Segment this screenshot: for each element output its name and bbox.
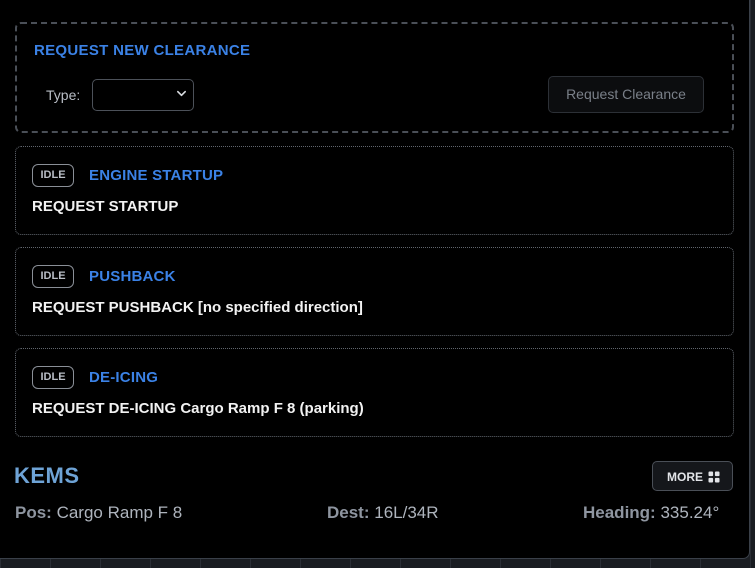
position-value: Cargo Ramp F 8	[56, 503, 183, 522]
request-clearance-button[interactable]: Request Clearance	[548, 76, 704, 113]
request-clearance-title: REQUEST NEW CLEARANCE	[34, 42, 251, 59]
card-request-text: REQUEST DE-ICING Cargo Ramp F 8 (parking…	[32, 400, 364, 417]
clearance-panel: REQUEST NEW CLEARANCE Type: Request Clea…	[0, 0, 750, 559]
pushback-card: IDLE PUSHBACK REQUEST PUSHBACK [no speci…	[15, 247, 734, 336]
chevron-down-icon	[177, 90, 186, 97]
card-title: DE-ICING	[89, 369, 159, 386]
destination-value: 16L/34R	[374, 503, 439, 522]
position-label: Pos:	[15, 503, 52, 522]
airport-code: KEMS	[14, 463, 80, 488]
heading-label: Heading:	[583, 503, 656, 522]
card-title: PUSHBACK	[89, 268, 176, 285]
more-button[interactable]: MORE	[652, 461, 733, 491]
card-request-text: REQUEST STARTUP	[32, 198, 179, 215]
status-badge: IDLE	[32, 164, 74, 187]
more-button-label: MORE	[667, 470, 703, 484]
type-label: Type:	[46, 87, 81, 103]
destination-label: Dest:	[327, 503, 370, 522]
position-info: Pos: Cargo Ramp F 8	[15, 503, 182, 523]
type-select[interactable]	[92, 79, 194, 111]
heading-info: Heading: 335.24°	[583, 503, 719, 523]
de-icing-card: IDLE DE-ICING REQUEST DE-ICING Cargo Ram…	[15, 348, 734, 437]
destination-info: Dest: 16L/34R	[327, 503, 439, 523]
status-badge: IDLE	[32, 366, 74, 389]
heading-value: 335.24°	[660, 503, 720, 522]
request-clearance-box: REQUEST NEW CLEARANCE Type: Request Clea…	[15, 22, 734, 133]
engine-startup-card: IDLE ENGINE STARTUP REQUEST STARTUP	[15, 146, 734, 235]
status-badge: IDLE	[32, 265, 74, 288]
card-request-text: REQUEST PUSHBACK [no specified direction…	[32, 299, 363, 316]
card-title: ENGINE STARTUP	[89, 167, 224, 184]
grid-icon	[708, 471, 720, 483]
